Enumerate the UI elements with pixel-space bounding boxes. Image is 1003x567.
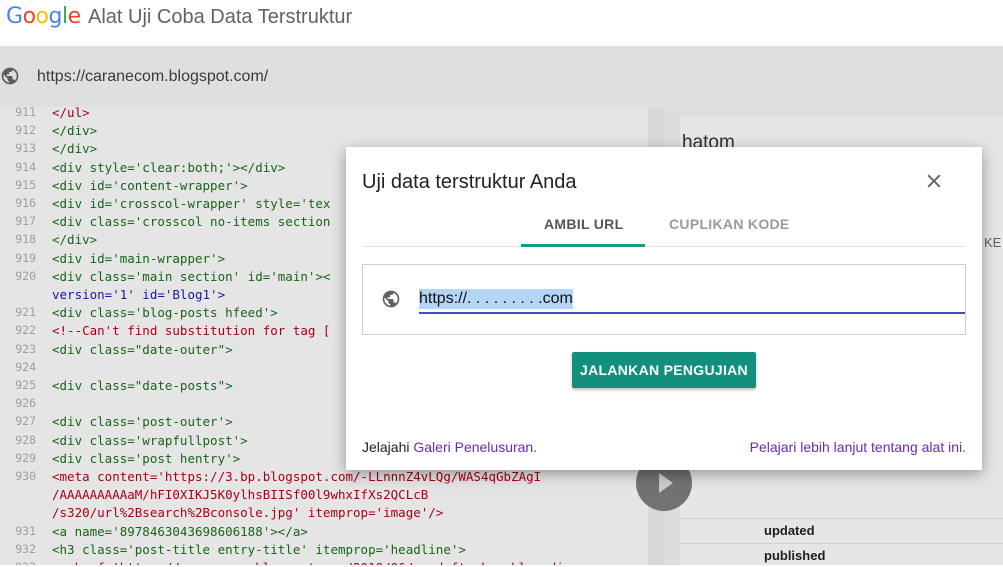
learn-more-link[interactable]: Pelajari lebih lanjut tentang alat ini. xyxy=(750,439,966,455)
globe-icon xyxy=(382,290,400,308)
logo-letter: G xyxy=(6,4,23,29)
gallery-link[interactable]: Galeri Penelusuran. xyxy=(413,439,537,455)
app-header: Google Alat Uji Coba Data Terstruktur xyxy=(0,0,1003,46)
close-icon[interactable] xyxy=(924,171,944,191)
footer-prefix: Jelajahi xyxy=(362,439,414,455)
run-test-button[interactable]: JALANKAN PENGUJIAN xyxy=(572,352,756,388)
footer-explore: Jelajahi Galeri Penelusuran. xyxy=(362,439,537,455)
logo-letter: o xyxy=(35,4,49,29)
tab-code-snippet[interactable]: CUPLIKAN KODE xyxy=(669,216,790,232)
logo-letter: e xyxy=(67,4,82,29)
tab-indicator xyxy=(521,244,645,247)
dialog-title: Uji data terstruktur Anda xyxy=(362,171,577,193)
url-input[interactable] xyxy=(419,288,965,314)
tab-bar: AMBIL URL CUPLIKAN KODE xyxy=(362,207,966,247)
app-title: Alat Uji Coba Data Terstruktur xyxy=(88,6,353,28)
logo-letter: o xyxy=(22,4,36,29)
tab-fetch-url[interactable]: AMBIL URL xyxy=(544,216,623,232)
logo-letter: g xyxy=(48,4,63,29)
url-input-box: https://. . . . . . . . .com xyxy=(362,264,966,335)
google-logo[interactable]: Google xyxy=(6,4,81,29)
test-dialog: Uji data terstruktur Anda AMBIL URL CUPL… xyxy=(346,147,982,470)
